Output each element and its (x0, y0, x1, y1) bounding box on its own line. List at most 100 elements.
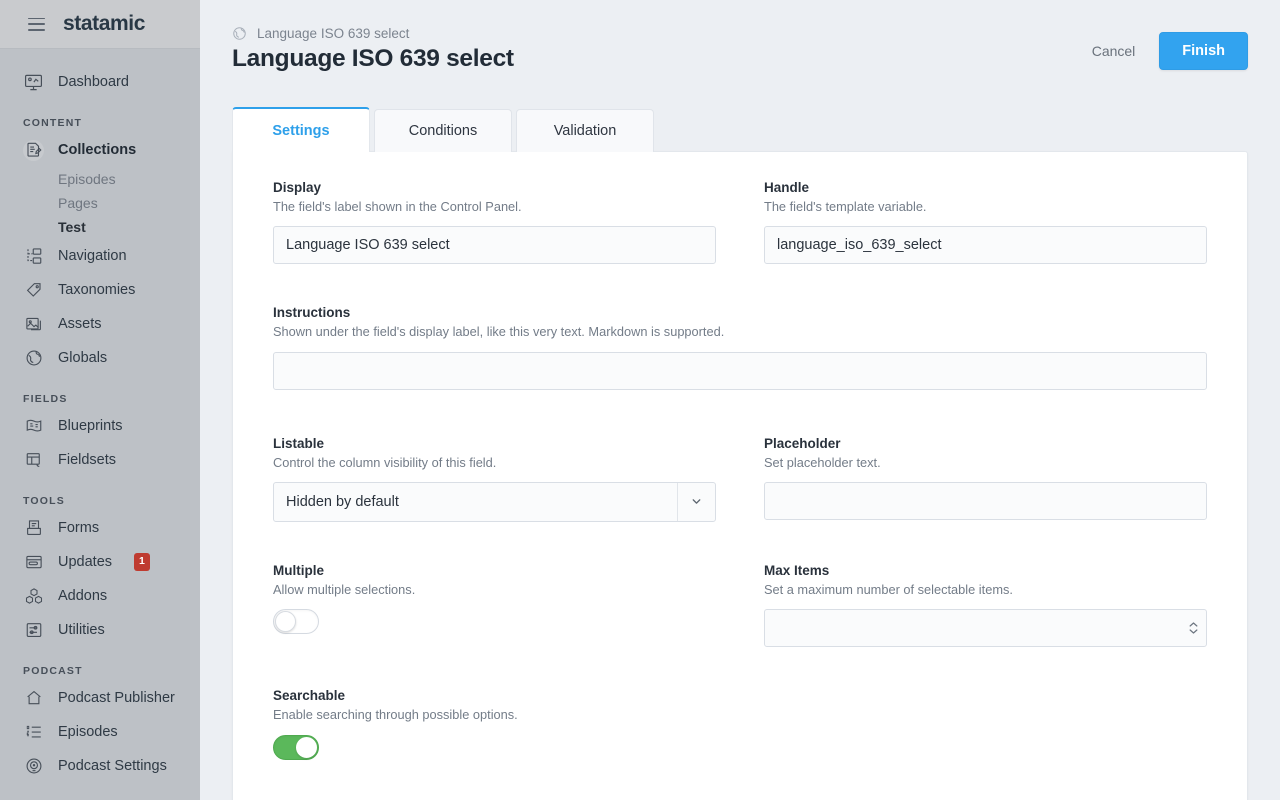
instructions-input[interactable] (273, 351, 1207, 390)
chevron-down-icon (677, 482, 715, 521)
field-label: Searchable (273, 688, 346, 704)
field-placeholder: Placeholder Set placeholder text. (764, 436, 1207, 551)
breadcrumb[interactable]: Language ISO 639 select (232, 26, 1090, 41)
sidebar-item-forms[interactable]: Forms (0, 511, 200, 545)
main-content: Language ISO 639 select Language ISO 639… (200, 0, 1280, 800)
max-items-input[interactable] (764, 609, 1207, 648)
sidebar-nav: Dashboard CONTENT Collections Episodes P… (0, 49, 200, 783)
sidebar-item-label: Forms (58, 520, 100, 536)
sidebar-item-label: Utilities (58, 622, 105, 638)
tag-icon (23, 280, 44, 301)
brand-logo[interactable]: statamic (63, 12, 145, 36)
field-label: Instructions (273, 305, 351, 321)
collections-icon (23, 139, 44, 161)
sidebar-section-content: CONTENT (23, 117, 83, 129)
navigation-icon (23, 246, 44, 267)
field-listable: Listable Control the column visibility o… (273, 436, 716, 551)
updates-icon (23, 552, 44, 573)
field-help: The field's template variable. (764, 199, 927, 215)
sidebar-section-fields: FIELDS (23, 393, 68, 405)
settings-panel: Display The field's label shown in the C… (232, 151, 1248, 800)
display-input[interactable] (273, 226, 716, 265)
globe-icon (23, 348, 44, 369)
finish-button[interactable]: Finish (1159, 32, 1248, 70)
sidebar-item-utilities[interactable]: Utilities (0, 613, 200, 647)
target-icon (23, 756, 44, 777)
field-row-instructions: Instructions Shown under the field's dis… (273, 305, 1207, 423)
sidebar-item-dashboard[interactable]: Dashboard (0, 65, 200, 99)
tab-settings[interactable]: Settings (232, 107, 370, 153)
field-label: Multiple (273, 562, 324, 578)
sidebar-item-episodes[interactable]: Episodes (0, 715, 200, 749)
sidebar-subitem-pages[interactable]: Pages (0, 191, 200, 215)
sidebar-item-label: Podcast Settings (58, 758, 167, 774)
globe-icon (232, 26, 247, 41)
field-display: Display The field's label shown in the C… (273, 180, 716, 293)
sidebar-item-collections[interactable]: Collections (0, 133, 200, 167)
sidebar-item-podcast-settings[interactable]: Podcast Settings (0, 749, 200, 783)
searchable-toggle-state: on (274, 736, 275, 737)
breadcrumb-label[interactable]: Language ISO 639 select (257, 26, 409, 41)
cancel-button[interactable]: Cancel (1090, 35, 1138, 67)
sidebar-item-label: Taxonomies (58, 282, 136, 298)
sidebar-item-label: Podcast Publisher (58, 690, 175, 706)
sidebar-section-podcast: PODCAST (23, 665, 83, 677)
page-header: Language ISO 639 select Language ISO 639… (200, 0, 1280, 73)
listable-select-value: Hidden by default (286, 493, 399, 510)
field-instructions: Instructions Shown under the field's dis… (273, 305, 1207, 423)
forms-icon (23, 518, 44, 539)
field-max-items: Max Items Set a maximum number of select… (764, 563, 1207, 676)
field-help: Set placeholder text. (764, 454, 881, 470)
header-actions: Cancel Finish (1090, 26, 1248, 70)
tab-list: Settings Conditions Validation (200, 73, 1280, 153)
field-label: Listable (273, 435, 325, 451)
sidebar-item-addons[interactable]: Addons (0, 579, 200, 613)
sidebar-item-navigation[interactable]: Navigation (0, 239, 200, 273)
field-handle: Handle The field's template variable. (764, 180, 1207, 293)
field-row-display-handle: Display The field's label shown in the C… (273, 180, 1207, 293)
addons-icon (23, 586, 44, 607)
field-label: Display (273, 180, 322, 196)
sidebar-item-taxonomies[interactable]: Taxonomies (0, 273, 200, 307)
multiple-toggle[interactable]: off (273, 609, 319, 635)
field-help: Set a maximum number of selectable items… (764, 581, 1013, 597)
field-help: The field's label shown in the Control P… (273, 199, 522, 215)
sidebar-section-tools: TOOLS (23, 495, 65, 507)
sidebar-item-podcast-publisher[interactable]: Podcast Publisher (0, 681, 200, 715)
toggle-knob (275, 611, 296, 633)
placeholder-input[interactable] (764, 481, 1207, 520)
handle-input[interactable] (764, 226, 1207, 265)
searchable-toggle[interactable]: on (273, 734, 319, 760)
sidebar-item-label: Globals (58, 350, 108, 366)
field-multiple: Multiple Allow multiple selections. off (273, 563, 716, 676)
sidebar-item-label: Addons (58, 588, 108, 604)
sidebar-item-updates[interactable]: Updates 1 (0, 545, 200, 579)
sidebar-header: statamic (0, 0, 200, 49)
sidebar-subitem-test[interactable]: Test (0, 215, 200, 239)
sidebar-item-fieldsets[interactable]: Fieldsets (0, 443, 200, 477)
listable-select[interactable]: Hidden by default (273, 481, 716, 522)
hamburger-icon[interactable] (28, 17, 45, 31)
number-stepper-icon[interactable] (1189, 622, 1198, 635)
sidebar-item-label: Navigation (58, 248, 127, 264)
sidebar-item-label: Episodes (58, 724, 118, 740)
sidebar-item-label: Collections (58, 142, 137, 158)
tab-conditions[interactable]: Conditions (374, 109, 512, 153)
sidebar-item-label: Updates (58, 554, 113, 570)
utilities-icon (23, 620, 44, 641)
sidebar-item-assets[interactable]: Assets (0, 307, 200, 341)
sidebar-item-blueprints[interactable]: Blueprints (0, 409, 200, 443)
field-label: Max Items (764, 562, 830, 578)
field-row-multiple-maxitems: Multiple Allow multiple selections. off … (273, 563, 1207, 676)
field-help: Enable searching through possible option… (273, 707, 518, 723)
sidebar-subitem-episodes[interactable]: Episodes (0, 167, 200, 191)
blueprint-icon (23, 416, 44, 437)
field-label: Handle (764, 180, 810, 196)
sidebar-item-globals[interactable]: Globals (0, 341, 200, 375)
page-title: Language ISO 639 select (232, 45, 514, 72)
dashboard-icon (23, 72, 44, 93)
tab-validation[interactable]: Validation (516, 109, 654, 153)
sidebar-item-label: Assets (58, 316, 102, 332)
image-icon (23, 314, 44, 335)
toggle-knob (296, 736, 317, 758)
